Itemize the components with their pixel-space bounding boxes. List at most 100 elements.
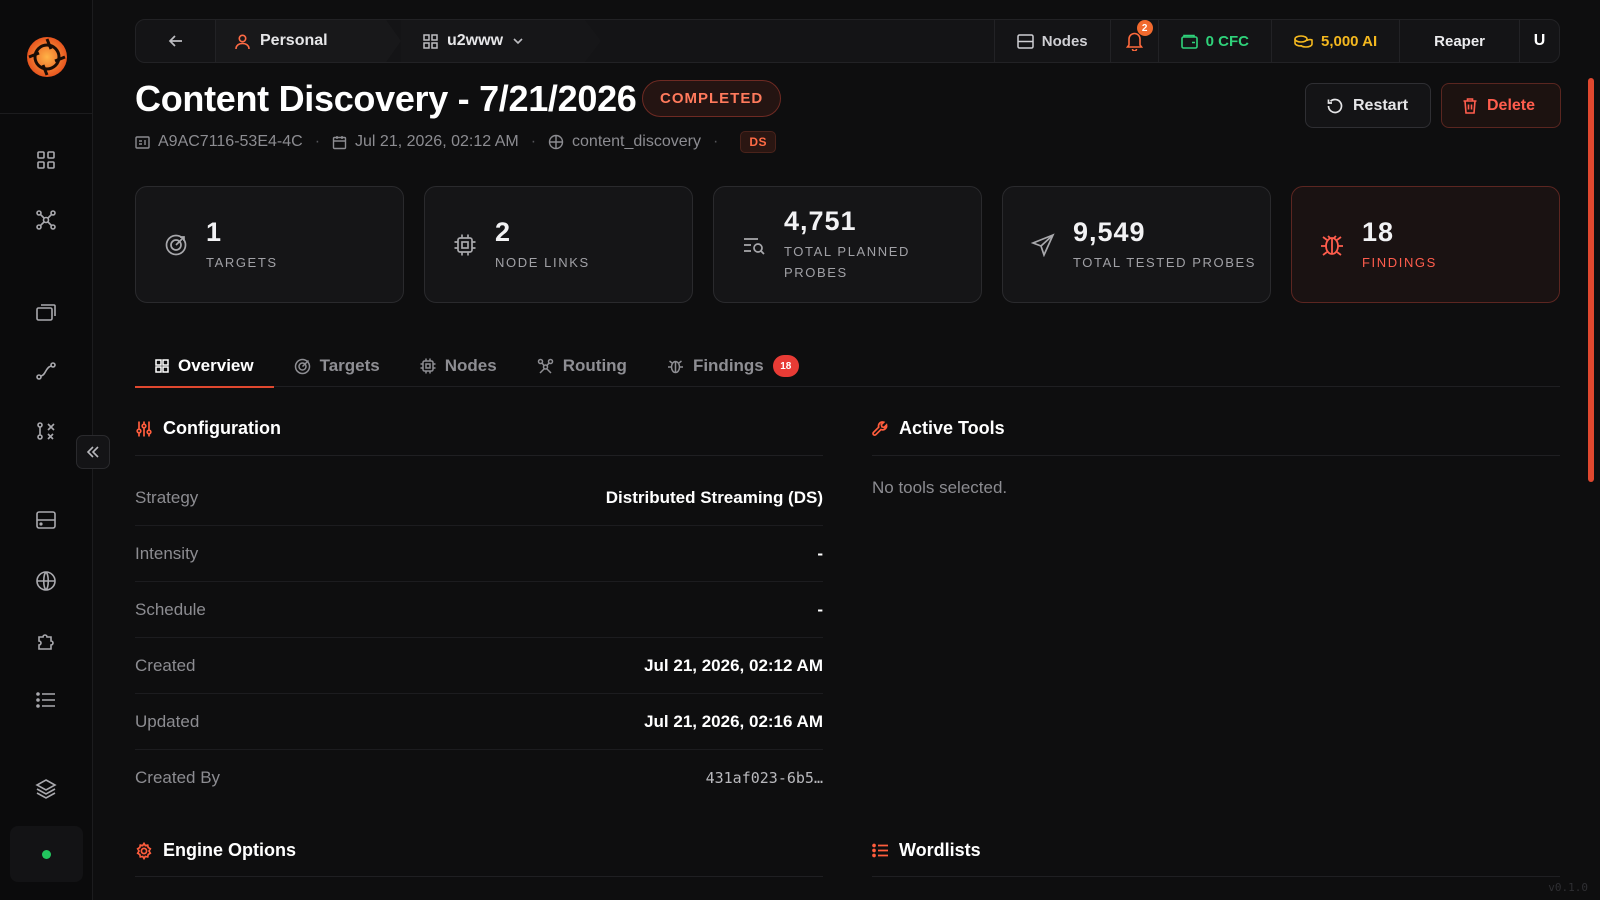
meta-row: A9AC7116-53E4-4C · Jul 21, 2026, 02:12 A… <box>135 131 776 153</box>
target-icon <box>294 358 310 374</box>
tab-label: Targets <box>319 356 380 375</box>
config-value: - <box>817 599 823 619</box>
engine-options-heading: Engine Options <box>135 840 296 861</box>
configuration-title: Configuration <box>163 418 281 438</box>
send-icon <box>1031 232 1055 257</box>
active-tools-title: Active Tools <box>899 418 1005 438</box>
cfc-balance[interactable]: 0 CFC <box>1157 20 1271 62</box>
user-icon <box>235 33 250 49</box>
config-key: Schedule <box>135 599 206 619</box>
config-value: - <box>817 543 823 563</box>
strategy-badge: DS <box>740 131 776 153</box>
windows-icon[interactable] <box>30 296 62 328</box>
config-value: 431af023-6b5… <box>705 769 823 787</box>
config-value: Jul 21, 2026, 02:16 AM <box>644 711 823 731</box>
nodes-button[interactable]: Nodes <box>993 20 1110 62</box>
page-title: Content Discovery - 7/21/2026 <box>135 78 637 119</box>
trash-icon <box>1463 97 1477 114</box>
ai-label: 5,000 AI <box>1320 32 1378 50</box>
stat-label: TARGETS <box>206 254 278 270</box>
config-key: Intensity <box>135 543 199 563</box>
tab-nodes[interactable]: Nodes <box>400 345 517 387</box>
arrow-left-icon <box>168 35 182 47</box>
network-icon[interactable] <box>30 204 62 236</box>
status-badge: COMPLETED <box>642 80 782 117</box>
grid-icon <box>423 33 438 49</box>
breadcrumb-project[interactable]: u2www <box>401 20 601 62</box>
stat-value: 2 <box>495 216 512 247</box>
scan-type: content_discovery <box>572 133 701 150</box>
chevrons-left-icon <box>86 446 99 458</box>
status-dot <box>42 849 51 859</box>
server-icon[interactable] <box>30 504 62 536</box>
workflow-icon[interactable] <box>30 415 62 447</box>
tab-targets[interactable]: Targets <box>274 345 400 387</box>
tab-label: Findings <box>692 356 764 375</box>
tab-routing[interactable]: Routing <box>517 345 647 387</box>
stat-value: 18 <box>1362 216 1395 247</box>
configuration-heading: Configuration <box>135 418 281 439</box>
list-search-icon <box>744 237 765 255</box>
user-name[interactable]: Reaper <box>1399 20 1519 62</box>
user-avatar[interactable]: U <box>1519 20 1559 62</box>
notification-count-badge: 2 <box>1136 20 1153 36</box>
notifications-button[interactable]: 2 <box>1109 20 1158 62</box>
page-scrollbar[interactable] <box>1588 78 1594 482</box>
stat-card-findings: 18 FINDINGS <box>1291 186 1560 303</box>
route-icon[interactable] <box>30 355 62 387</box>
stat-card-targets: 1 TARGETS <box>135 186 404 303</box>
topbar: Personal u2www Nodes 2 0 CFC 5,000 AI Re… <box>135 19 1560 63</box>
nodes-label: Nodes <box>1041 32 1088 50</box>
wallet-icon <box>1180 34 1198 49</box>
tab-findings[interactable]: Findings 18 <box>647 345 819 387</box>
routing-icon <box>537 358 553 374</box>
app-logo[interactable] <box>0 0 93 114</box>
config-row-created: Created Jul 21, 2026, 02:12 AM <box>135 638 823 694</box>
tab-bar: Overview Targets Nodes Routing Findings … <box>135 345 1560 388</box>
ai-balance[interactable]: 5,000 AI <box>1270 20 1399 62</box>
config-row-intensity: Intensity - <box>135 526 823 582</box>
calendar-icon <box>332 135 347 149</box>
wrench-icon <box>872 421 888 436</box>
globe-icon[interactable] <box>30 565 62 597</box>
grid-icon <box>155 359 169 373</box>
dashboard-icon[interactable] <box>30 144 62 176</box>
project-label: u2www <box>447 32 504 49</box>
stat-card-planned-probes: 4,751 TOTAL PLANNED PROBES <box>713 186 982 303</box>
stat-card-node-links: 2 NODE LINKS <box>424 186 693 303</box>
config-row-schedule: Schedule - <box>135 582 823 638</box>
cfc-label: 0 CFC <box>1205 32 1249 50</box>
list-icon[interactable] <box>30 684 62 716</box>
delete-button[interactable]: Delete <box>1441 83 1561 128</box>
tab-overview[interactable]: Overview <box>135 345 274 388</box>
puzzle-icon[interactable] <box>30 624 62 656</box>
target-icon <box>165 234 187 255</box>
config-row-strategy: Strategy Distributed Streaming (DS) <box>135 470 823 526</box>
back-button[interactable] <box>136 20 216 62</box>
chevron-down-icon <box>513 38 523 45</box>
no-tools-message: No tools selected. <box>872 478 1008 497</box>
gear-icon <box>136 841 152 860</box>
stat-label: NODE LINKS <box>495 254 590 270</box>
config-value: Distributed Streaming (DS) <box>605 487 823 507</box>
personal-label: Personal <box>260 32 328 49</box>
config-value: Jul 21, 2026, 02:12 AM <box>644 655 823 675</box>
stat-label: FINDINGS <box>1362 254 1437 270</box>
list-icon <box>872 843 888 858</box>
tab-label: Overview <box>178 356 254 375</box>
config-key: Created <box>135 655 196 675</box>
logo-icon <box>26 36 67 77</box>
breadcrumb-personal[interactable]: Personal <box>216 20 401 62</box>
findings-count-badge: 18 <box>772 355 799 377</box>
layers-icon[interactable] <box>30 773 62 805</box>
server-icon <box>1017 33 1034 49</box>
stat-value: 9,549 <box>1073 216 1146 247</box>
collapse-sidebar-button[interactable] <box>76 435 110 469</box>
stat-card-tested-probes: 9,549 TOTAL TESTED PROBES <box>1002 186 1271 303</box>
version-label: v0.1.0 <box>1548 881 1588 894</box>
bug-icon <box>1321 234 1343 256</box>
delete-label: Delete <box>1487 96 1536 114</box>
restart-button[interactable]: Restart <box>1305 83 1431 128</box>
wordlists-title: Wordlists <box>899 840 981 860</box>
stat-label: TOTAL PLANNED PROBES <box>784 244 911 280</box>
